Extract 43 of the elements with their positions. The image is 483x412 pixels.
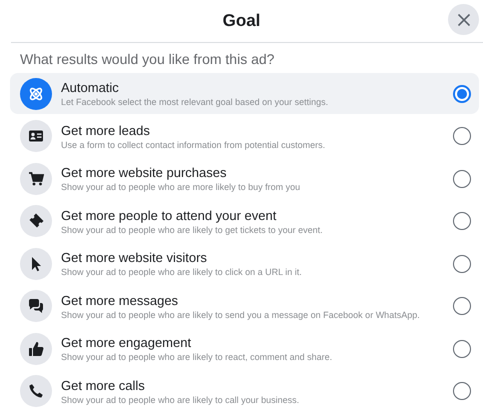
- goal-option[interactable]: Get more leads Use a form to collect contact information from potential customers.: [10, 116, 479, 156]
- goal-title: Get more leads: [61, 122, 151, 138]
- goal-description: Show your ad to people who are more likely to buy from you: [61, 182, 302, 192]
- goal-title: Get more website visitors: [61, 250, 208, 265]
- ticket-icon: [28, 213, 44, 229]
- goal-title: Get more website purchases: [61, 165, 228, 180]
- radio-button[interactable]: [453, 170, 471, 188]
- radio-button[interactable]: [453, 212, 471, 230]
- goal-title: Get more people to attend your event: [61, 208, 278, 222]
- goal-option[interactable]: Get more website purchases Show your ad to people who are more likely to buy from you: [10, 158, 479, 199]
- goal-description: Show your ad to people who are likely to send you a message on Facebook or WhatsApp.: [61, 310, 421, 320]
- atom-icon: [28, 86, 44, 102]
- dialog-title: Goal: [222, 11, 260, 31]
- goal-option[interactable]: Get more calls Show your ad to people who are likely to call your business.: [10, 370, 479, 412]
- goal-title: Automatic: [61, 80, 120, 95]
- goal-description: Use a form to collect contact information from potential customers.: [61, 140, 326, 150]
- goal-option[interactable]: Get more engagement Show your ad to people who are likely to react, comment and share.: [10, 328, 479, 369]
- radio-button[interactable]: [453, 297, 471, 315]
- close-icon: [456, 12, 470, 26]
- radio-button[interactable]: [453, 127, 471, 145]
- goal-option[interactable]: Get more people to attend your event Show your ad to people who are likely to get tickets to your event.: [10, 200, 479, 242]
- question-text: What results would you like from this ad?: [19, 50, 276, 69]
- goal-option[interactable]: Automatic Let Facebook select the most relevant goal based on your settings.: [10, 73, 479, 114]
- contact-card-icon: [28, 128, 44, 144]
- goal-description: Show your ad to people who are likely to react, comment and share.: [61, 352, 334, 362]
- phone-icon: [28, 383, 44, 399]
- goal-title: Get more engagement: [61, 335, 192, 350]
- chat-bubbles-icon: [28, 298, 44, 314]
- thumbs-up-icon: [28, 340, 44, 356]
- goal-description: Show your ad to people who are likely to call your business.: [61, 394, 300, 404]
- goal-description: Show your ad to people who are likely to get tickets to your event.: [61, 224, 324, 234]
- goal-option[interactable]: Get more website visitors Show your ad to people who are likely to click on a URL in it.: [10, 243, 479, 284]
- close-button[interactable]: [448, 4, 479, 35]
- radio-button[interactable]: [453, 84, 471, 102]
- goal-description: Let Facebook select the most relevant goal based on your settings.: [61, 97, 330, 107]
- goal-description: Show your ad to people who are likely to click on a URL in it.: [61, 267, 303, 277]
- radio-button[interactable]: [453, 340, 471, 358]
- radio-button[interactable]: [453, 382, 471, 400]
- shopping-cart-icon: [28, 170, 44, 186]
- radio-button[interactable]: [453, 254, 471, 272]
- goal-title: Get more calls: [61, 378, 146, 392]
- goal-title: Get more messages: [61, 292, 180, 308]
- goal-option[interactable]: Get more messages Show your ad to people who are likely to send you a message on Facebook or WhatsApp.: [10, 286, 479, 326]
